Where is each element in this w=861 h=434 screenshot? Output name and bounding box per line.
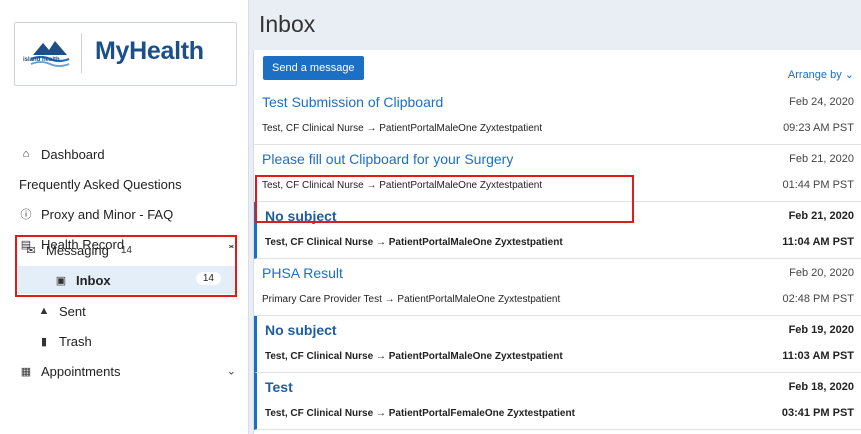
home-icon: ⌂	[22, 148, 30, 160]
message-subject[interactable]: Test	[265, 379, 293, 395]
logo-mark-text: island health	[23, 57, 60, 63]
send-message-button[interactable]: Send a message	[263, 56, 364, 80]
calendar-icon: ▦	[20, 365, 32, 378]
arrange-by-label: Arrange by	[787, 69, 842, 81]
message-row[interactable]: No subject Feb 19, 2020 Test, CF Clinica…	[254, 316, 861, 373]
island-health-logo-icon	[30, 41, 70, 67]
message-route: Test, CF Clinical Nurse → PatientPortalM…	[265, 237, 563, 248]
sidebar-item-trash[interactable]: ▮ Trash	[0, 327, 248, 355]
arrange-by-dropdown[interactable]: Arrange by ⌄	[788, 68, 854, 81]
sidebar-item-label: Proxy and Minor - FAQ	[41, 206, 174, 222]
chevron-down-icon: ⌄	[226, 365, 236, 378]
sent-icon: ▲	[38, 305, 50, 317]
message-time: 01:44 PM PST	[782, 179, 854, 191]
message-subject[interactable]: No subject	[265, 322, 337, 338]
message-subject[interactable]: Please fill out Clipboard for your Surge…	[262, 151, 513, 167]
sidebar-item-appointments[interactable]: ▦ Appointments ⌄	[0, 357, 248, 385]
message-route: Test, CF Clinical Nurse → PatientPortalF…	[265, 408, 575, 419]
message-route: Primary Care Provider Test → PatientPort…	[262, 294, 561, 305]
inbox-panel: Send a message Arrange by ⌄ Test Submiss…	[253, 50, 861, 434]
sidebar-item-sent[interactable]: ▲ Sent	[0, 297, 248, 325]
highlight-box-sidebar	[15, 235, 237, 297]
message-date: Feb 20, 2020	[789, 267, 854, 279]
sidebar-item-label: Appointments	[41, 363, 121, 379]
sidebar: island health MyHealth ⌂ Dashboard Frequ…	[0, 0, 249, 434]
message-row[interactable]: Test Submission of Clipboard Feb 24, 202…	[254, 88, 861, 145]
message-time: 09:23 AM PST	[783, 122, 854, 134]
message-route: Test, CF Clinical Nurse → PatientPortalM…	[265, 351, 563, 362]
sidebar-item-label: Sent	[59, 303, 86, 319]
logo-divider	[81, 33, 82, 73]
message-row[interactable]: Test Feb 18, 2020 Test, CF Clinical Nurs…	[254, 373, 861, 430]
sidebar-item-proxy-faq[interactable]: ⓘ Proxy and Minor - FAQ	[0, 200, 248, 228]
sidebar-item-label: Trash	[59, 333, 92, 349]
message-subject[interactable]: PHSA Result	[262, 265, 343, 281]
help-circle-icon: ⓘ	[20, 209, 32, 221]
message-time: 02:48 PM PST	[782, 293, 854, 305]
message-time: 03:41 PM PST	[781, 407, 854, 419]
message-date: Feb 24, 2020	[789, 96, 854, 108]
message-date: Feb 21, 2020	[788, 210, 854, 222]
sidebar-item-label: Frequently Asked Questions	[19, 176, 182, 192]
message-date: Feb 19, 2020	[788, 324, 854, 336]
message-route: Test, CF Clinical Nurse → PatientPortalM…	[262, 123, 543, 134]
sidebar-item-faq[interactable]: Frequently Asked Questions	[0, 170, 248, 198]
message-date: Feb 18, 2020	[788, 381, 854, 393]
highlight-box-message	[255, 175, 634, 223]
inbox-toolbar: Send a message Arrange by ⌄	[254, 50, 861, 89]
message-row[interactable]: PHSA Result Feb 20, 2020 Primary Care Pr…	[254, 259, 861, 316]
message-time: 11:03 AM PST	[782, 350, 854, 362]
message-subject[interactable]: Test Submission of Clipboard	[262, 94, 443, 110]
chevron-down-icon: ⌄	[844, 69, 854, 81]
page-title: Inbox	[259, 11, 316, 37]
logo[interactable]: island health MyHealth	[14, 22, 237, 86]
message-time: 11:04 AM PST	[782, 236, 854, 248]
sidebar-item-label: Dashboard	[41, 146, 105, 162]
app-title: MyHealth	[95, 37, 204, 65]
trash-icon: ▮	[40, 335, 48, 348]
app-page: island health MyHealth ⌂ Dashboard Frequ…	[0, 0, 861, 434]
message-date: Feb 21, 2020	[789, 153, 854, 165]
sidebar-item-dashboard[interactable]: ⌂ Dashboard	[0, 140, 248, 168]
